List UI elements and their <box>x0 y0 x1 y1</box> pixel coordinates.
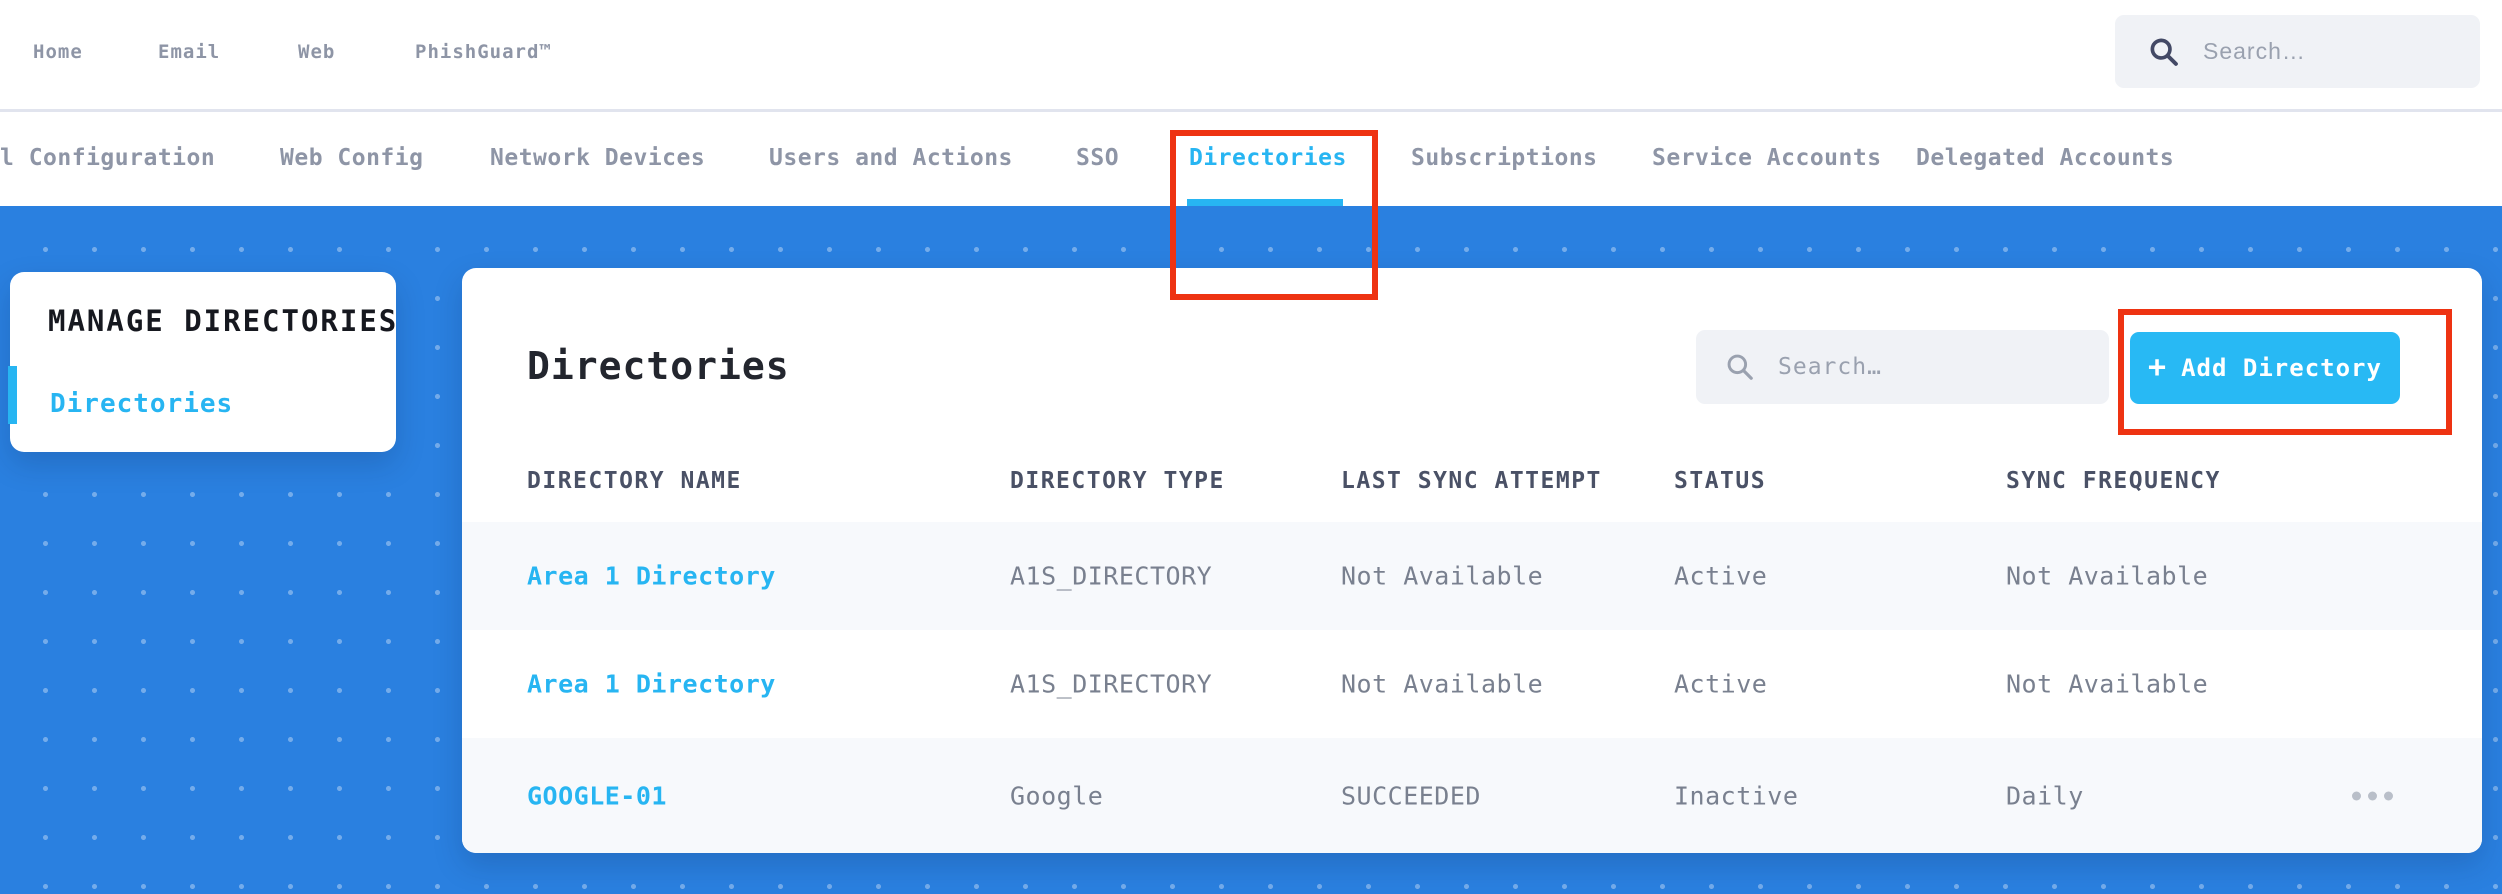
table-row: Area 1 Directory A1S_DIRECTORY Not Avail… <box>462 630 2482 738</box>
column-status: STATUS <box>1674 468 1767 494</box>
sidebar-card-title: MANAGE DIRECTORIES <box>48 304 399 338</box>
active-item-indicator <box>8 366 17 424</box>
directory-type-value: A1S_DIRECTORY <box>1010 561 1213 591</box>
page-title: Directories <box>527 344 790 388</box>
sync-frequency-value: Not Available <box>2006 561 2209 591</box>
directory-name-link[interactable]: Area 1 Directory <box>527 670 776 699</box>
active-tab-underline <box>1187 199 1343 206</box>
directory-name-link[interactable]: Area 1 Directory <box>527 562 776 591</box>
directories-panel: Directories Search… + Add Directory DIRE… <box>462 268 2482 853</box>
nav-item-home[interactable]: Home <box>33 41 83 63</box>
tab-users-and-actions[interactable]: Users and Actions <box>769 145 1013 171</box>
tab-subscriptions[interactable]: Subscriptions <box>1411 145 1598 171</box>
tab-service-accounts[interactable]: Service Accounts <box>1652 145 1882 171</box>
status-value: Active <box>1674 561 1768 591</box>
workspace-background: MANAGE DIRECTORIES Directories Directori… <box>0 206 2502 894</box>
tab-configuration[interactable]: l Configuration <box>0 145 215 171</box>
manage-directories-card: MANAGE DIRECTORIES Directories <box>8 272 399 452</box>
global-search-placeholder: Search… <box>2203 38 2306 64</box>
nav-item-web[interactable]: Web <box>298 41 335 63</box>
table-row: GOOGLE-01 Google SUCCEEDED Inactive Dail… <box>462 738 2482 853</box>
directory-type-value: Google <box>1010 781 1104 810</box>
nav-item-email[interactable]: Email <box>158 41 220 63</box>
column-sync-frequency: SYNC FREQUENCY <box>2006 468 2221 494</box>
sync-frequency-value: Not Available <box>2006 669 2209 699</box>
directories-search-input[interactable]: Search… <box>1696 330 2109 404</box>
directory-type-value: A1S_DIRECTORY <box>1010 669 1213 699</box>
status-value: Active <box>1674 669 1768 699</box>
tab-network-devices[interactable]: Network Devices <box>490 145 705 171</box>
top-nav: Home Email Web PhishGuard™ Search… <box>0 0 2502 112</box>
column-directory-type: DIRECTORY TYPE <box>1010 468 1225 494</box>
directory-name-link[interactable]: GOOGLE-01 <box>527 781 667 810</box>
row-actions-ellipsis-icon[interactable] <box>2352 791 2393 800</box>
column-directory-name: DIRECTORY NAME <box>527 468 742 494</box>
table-header-row: DIRECTORY NAME DIRECTORY TYPE LAST SYNC … <box>462 440 2482 522</box>
last-sync-value: Not Available <box>1341 669 1544 699</box>
nav-item-phishguard[interactable]: PhishGuard™ <box>415 41 552 63</box>
sync-frequency-value: Daily <box>2006 781 2084 810</box>
sidebar-item-directories[interactable]: Directories <box>50 389 233 419</box>
status-value: Inactive <box>1674 781 1799 810</box>
search-icon <box>2147 35 2181 69</box>
tab-sso[interactable]: SSO <box>1076 145 1119 171</box>
tab-web-config[interactable]: Web Config <box>280 145 423 171</box>
directories-search-placeholder: Search… <box>1778 354 1882 380</box>
last-sync-value: SUCCEEDED <box>1341 781 1481 810</box>
table-row: Area 1 Directory A1S_DIRECTORY Not Avail… <box>462 522 2482 630</box>
secondary-nav: l Configuration Web Config Network Devic… <box>0 112 2502 206</box>
add-directory-button[interactable]: + Add Directory <box>2130 332 2400 404</box>
last-sync-value: Not Available <box>1341 561 1544 591</box>
tab-delegated-accounts[interactable]: Delegated Accounts <box>1916 145 2174 171</box>
column-last-sync-attempt: LAST SYNC ATTEMPT <box>1341 468 1602 494</box>
app-window: Home Email Web PhishGuard™ Search… l Con… <box>0 0 2502 894</box>
search-icon <box>1724 351 1756 383</box>
plus-icon: + <box>2148 350 2168 385</box>
global-search-input[interactable]: Search… <box>2115 15 2480 88</box>
add-directory-label: Add Directory <box>2181 354 2382 382</box>
tab-directories[interactable]: Directories <box>1189 145 1347 171</box>
